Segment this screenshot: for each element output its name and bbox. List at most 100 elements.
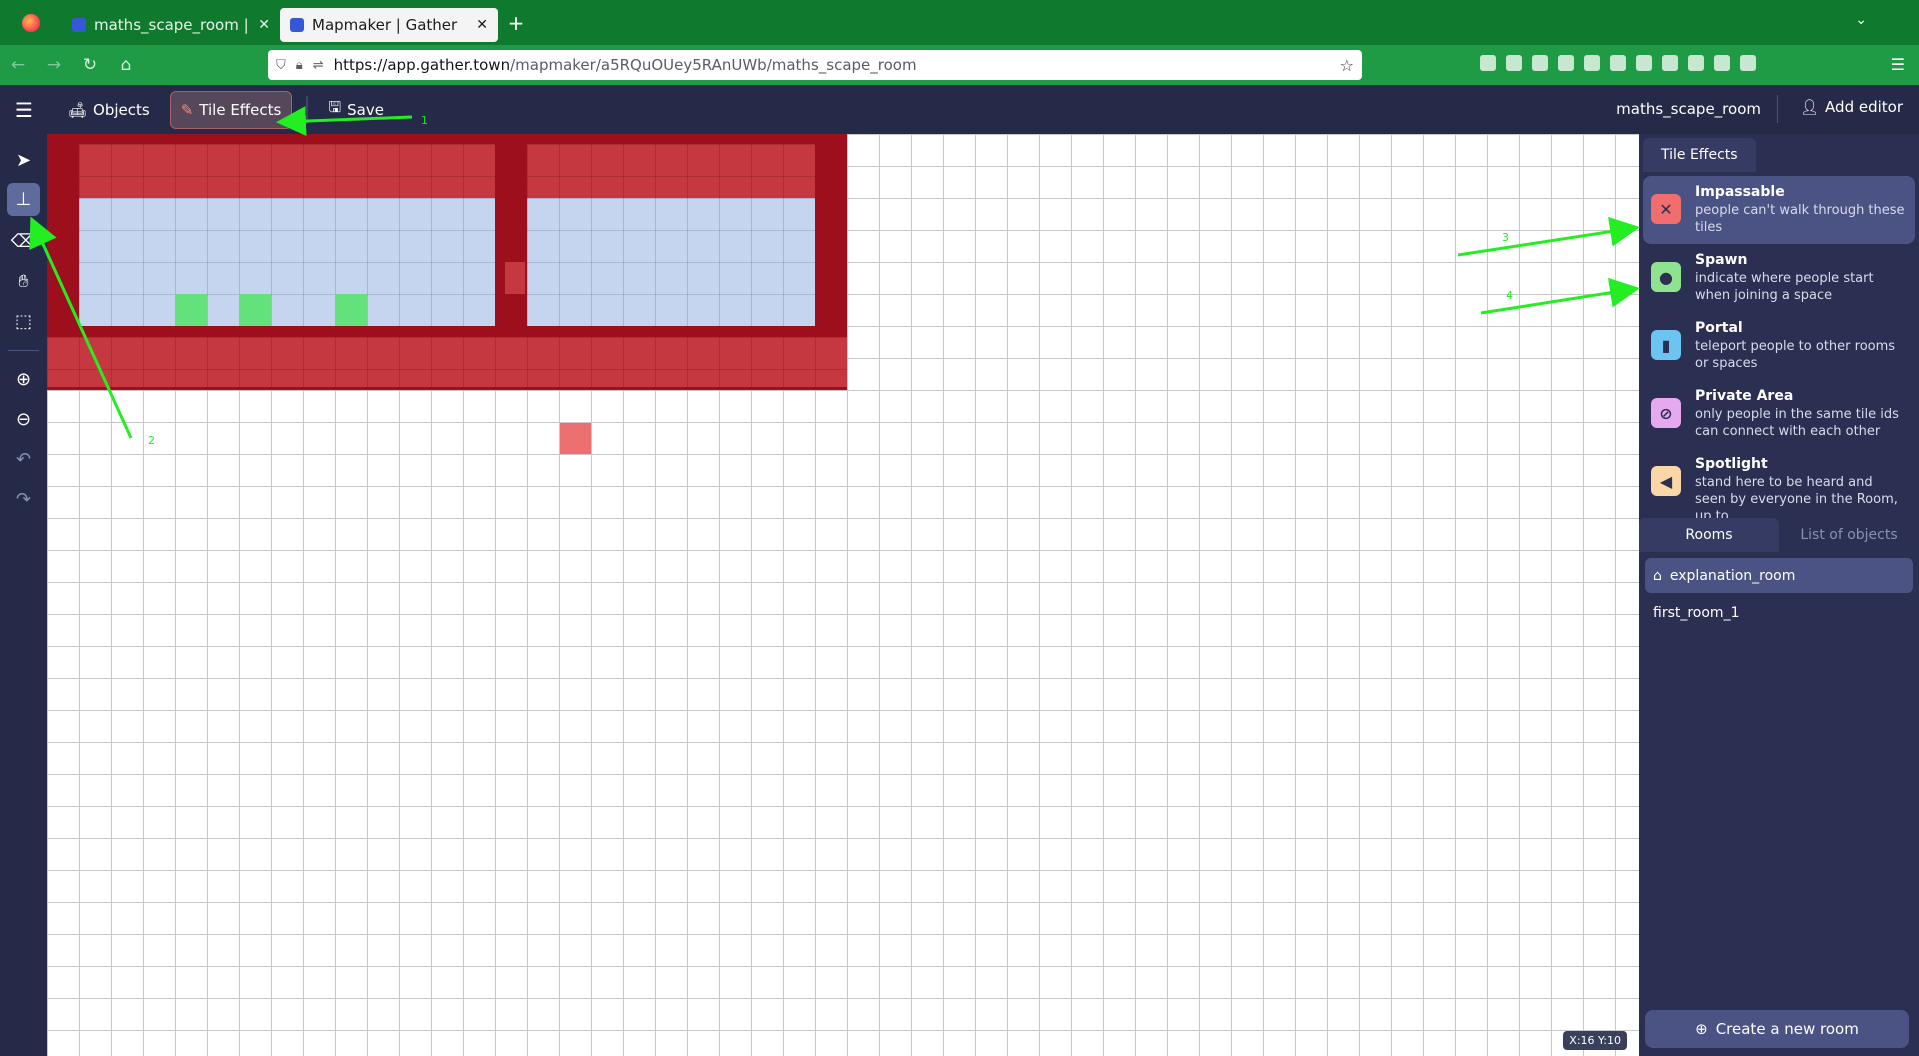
effects-list: ✕ Impassable people can't walk through th… <box>1639 172 1919 518</box>
new-tab-button[interactable]: + <box>498 11 534 35</box>
effect-title: Spotlight <box>1695 456 1768 472</box>
tile-effects-button[interactable]: ✎ Tile Effects <box>169 90 293 129</box>
close-x-icon: ✕ <box>1651 194 1681 224</box>
add-editor-label: Add editor <box>1825 98 1903 116</box>
reader-icon[interactable] <box>1558 55 1574 71</box>
megaphone-icon: ◀ <box>1651 466 1681 496</box>
rectangle-select-tool-icon[interactable]: ⬚ <box>7 305 40 338</box>
effect-desc: teleport people to other rooms or spaces <box>1695 339 1896 371</box>
door-icon: ▮ <box>1651 330 1681 360</box>
browser-menu-icon[interactable]: ☰ <box>1891 55 1905 74</box>
add-editor-button[interactable]: 👤︎ Add editor <box>1800 98 1903 116</box>
sofa-icon: 🛋︎ <box>68 100 88 119</box>
tab-label: maths_scape_room | Gat <box>94 15 250 34</box>
library-icon[interactable] <box>1506 55 1522 71</box>
eraser-tool-icon[interactable]: ⌫ <box>7 225 40 258</box>
url-bar[interactable]: ⛉ 🔒︎ ⇌ https://app.gather.town/mapmaker/… <box>268 50 1362 80</box>
hamburger-menu-icon[interactable]: ☰ <box>0 98 48 122</box>
permissions-icon[interactable]: ⇌ <box>313 58 324 73</box>
undo-icon[interactable]: ↶ <box>7 443 40 476</box>
firefox-icon <box>22 13 40 32</box>
toolbar-divider <box>306 95 309 124</box>
room-label: explanation_room <box>1669 567 1796 584</box>
browser-tab-strip: maths_scape_room | Gat ✕ Mapmaker | Gath… <box>0 0 1919 45</box>
effect-desc: only people in the same tile ids can con… <box>1695 407 1899 439</box>
extension-icons <box>1480 55 1756 71</box>
effect-title: Portal <box>1695 320 1743 336</box>
gather-favicon-icon <box>290 17 304 32</box>
forward-arrow-icon[interactable]: → <box>36 55 72 75</box>
back-arrow-icon[interactable]: ← <box>0 55 36 75</box>
tab-list-of-objects[interactable]: List of objects <box>1779 518 1919 552</box>
close-icon[interactable]: ✕ <box>476 17 488 33</box>
map-canvas[interactable]: X:16 Y:10 <box>47 134 1639 1056</box>
extension-icon[interactable] <box>1584 55 1600 71</box>
save-button[interactable]: 🖫 Save <box>318 91 394 129</box>
home-icon: ⌂ <box>1653 567 1662 584</box>
home-icon[interactable]: ⌂ <box>108 55 144 75</box>
redo-icon[interactable]: ↷ <box>7 483 40 516</box>
extension-icon[interactable] <box>1636 55 1652 71</box>
extension-icon[interactable] <box>1740 55 1756 71</box>
room-item-first-room-1[interactable]: first_room_1 <box>1645 595 1913 630</box>
chevron-down-icon[interactable]: ⌄ <box>1855 12 1867 28</box>
spawn-tile <box>239 294 271 326</box>
rail-divider <box>8 350 39 351</box>
reload-icon[interactable]: ↻ <box>72 55 108 75</box>
tile-effects-panel: Tile Effects ✕ Impassable people can't wa… <box>1639 134 1919 1056</box>
rooms-list: ⌂ explanation_room first_room_1 <box>1639 552 1919 638</box>
effect-portal[interactable]: ▮ Portal teleport people to other rooms o… <box>1643 312 1915 380</box>
stamp-tool-icon[interactable]: ⊥ <box>7 183 40 216</box>
select-tool-cursor-icon[interactable]: ➤ <box>7 144 40 177</box>
effect-title: Impassable <box>1695 184 1785 200</box>
zoom-out-icon[interactable]: ⊖ <box>7 403 40 436</box>
spawn-tile <box>175 294 207 326</box>
effect-spotlight[interactable]: ◀ Spotlight stand here to be heard and se… <box>1643 448 1915 518</box>
create-room-button[interactable]: ⊕ Create a new room <box>1645 1010 1909 1048</box>
magic-wand-icon: ✎ <box>180 100 194 119</box>
coordinate-readout: X:16 Y:10 <box>1563 1031 1627 1050</box>
eye-slash-icon: ⊘ <box>1651 398 1681 428</box>
space-name: maths_scape_room <box>1616 100 1761 118</box>
wall-band-top-right <box>527 144 815 198</box>
lock-icon: 🔒︎ <box>295 57 303 73</box>
gnome-icon[interactable] <box>1532 55 1548 71</box>
firefox-menu[interactable] <box>0 0 62 45</box>
objects-button[interactable]: 🛋︎ Objects <box>58 91 160 129</box>
effect-desc: indicate where people start when joining… <box>1695 271 1874 303</box>
room-item-explanation-room[interactable]: ⌂ explanation_room <box>1645 558 1913 593</box>
effect-private-area[interactable]: ⊘ Private Area only people in the same ti… <box>1643 380 1915 448</box>
extension-icon[interactable] <box>1610 55 1626 71</box>
room-label: first_room_1 <box>1653 604 1740 621</box>
objects-label: Objects <box>93 100 150 119</box>
zoom-in-icon[interactable]: ⊕ <box>7 363 40 396</box>
tile-effects-label: Tile Effects <box>199 100 282 119</box>
url-text: https://app.gather.town/mapmaker/a5RQuOU… <box>333 56 917 74</box>
door-tile <box>505 262 525 294</box>
effect-desc: stand here to be heard and seen by every… <box>1695 475 1898 518</box>
floppy-disk-icon: 🖫 <box>328 98 342 116</box>
tab-tile-effects[interactable]: Tile Effects <box>1643 138 1756 172</box>
browser-nav-bar: ← → ↻ ⌂ ⛉ 🔒︎ ⇌ https://app.gather.town/m… <box>0 45 1919 85</box>
extension-icon[interactable] <box>1688 55 1704 71</box>
bookmark-star-icon[interactable]: ☆ <box>1340 56 1362 75</box>
create-room-label: Create a new room <box>1715 1020 1859 1038</box>
shield-icon: ⛉ <box>276 57 286 73</box>
annotation-number: 3 <box>1502 231 1509 244</box>
close-icon[interactable]: ✕ <box>258 17 270 33</box>
extension-icon[interactable] <box>1714 55 1730 71</box>
add-user-icon: 👤︎ <box>1800 98 1820 116</box>
extension-icon[interactable] <box>1662 55 1678 71</box>
browser-tab-mapmaker[interactable]: Mapmaker | Gather ✕ <box>280 7 498 42</box>
effect-desc: people can't walk through these tiles <box>1695 203 1905 235</box>
pocket-icon[interactable] <box>1480 55 1496 71</box>
toolbar-divider <box>1777 95 1778 123</box>
tab-rooms[interactable]: Rooms <box>1639 518 1779 552</box>
effect-spawn[interactable]: ● Spawn indicate where people start when … <box>1643 244 1915 312</box>
effect-impassable[interactable]: ✕ Impassable people can't walk through th… <box>1643 176 1915 244</box>
save-label: Save <box>347 100 384 119</box>
plus-circle-icon: ⊕ <box>1695 1020 1708 1038</box>
browser-tab-maths-scape-room[interactable]: maths_scape_room | Gat ✕ <box>62 8 280 42</box>
tab-label: Mapmaker | Gather <box>312 15 458 34</box>
hand-pan-tool-icon[interactable]: ✋︎ <box>7 265 40 298</box>
